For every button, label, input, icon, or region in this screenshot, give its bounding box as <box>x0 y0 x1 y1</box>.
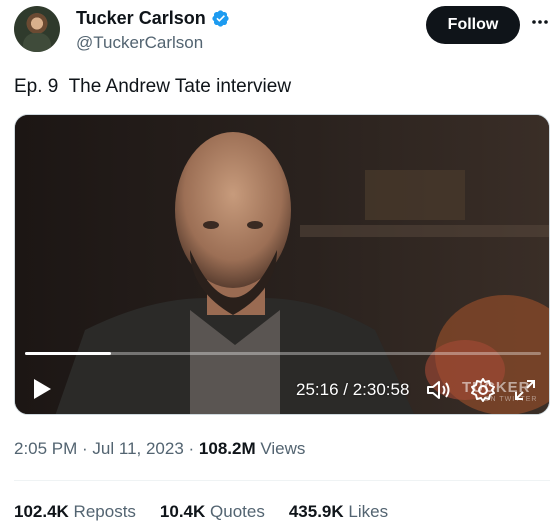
quotes-stat[interactable]: 10.4K Quotes <box>160 502 265 522</box>
reposts-label: Reposts <box>68 502 136 521</box>
tweet-time[interactable]: 2:05 PM <box>14 439 77 458</box>
settings-icon[interactable] <box>470 377 496 403</box>
reposts-count: 102.4K <box>14 502 69 521</box>
tweet-text: Ep. 9 The Andrew Tate interview <box>14 76 292 97</box>
duration: 2:30:58 <box>352 380 410 399</box>
meta-dot: · <box>183 439 199 458</box>
author-name[interactable]: Tucker Carlson <box>76 8 206 28</box>
current-time: 25:16 <box>296 380 339 399</box>
reposts-stat[interactable]: 102.4K Reposts <box>14 502 136 522</box>
likes-label: Likes <box>343 502 389 521</box>
video-time: 25:16 / 2:30:58 <box>296 380 409 400</box>
author-handle[interactable]: @TuckerCarlson <box>76 33 203 53</box>
play-icon[interactable] <box>31 377 53 401</box>
views-count: 108.2M <box>198 439 256 458</box>
tweet-stats: 102.4K Reposts 10.4K Quotes 435.9K Likes <box>14 502 388 522</box>
quotes-count: 10.4K <box>159 502 206 521</box>
video-progress-fill <box>25 352 111 355</box>
avatar[interactable] <box>14 6 60 52</box>
follow-button[interactable]: Follow <box>426 6 520 44</box>
author-name-row: Tucker Carlson <box>76 8 230 28</box>
tweet-header: Tucker Carlson @TuckerCarlson Follow <box>0 0 558 60</box>
likes-stat[interactable]: 435.9K Likes <box>289 502 388 522</box>
volume-icon[interactable] <box>426 378 452 402</box>
video-player[interactable]: 25:16 / 2:30:58 TUCKER ON TWITTER <box>14 114 550 415</box>
video-frame <box>15 115 549 414</box>
meta-dot: · <box>77 439 93 458</box>
verified-badge-icon <box>212 9 229 27</box>
likes-count: 435.9K <box>288 502 344 521</box>
divider <box>14 480 550 481</box>
views-label: Views <box>255 439 306 458</box>
time-separator: / <box>338 380 353 399</box>
fullscreen-icon[interactable] <box>514 379 536 401</box>
video-progress-bar[interactable] <box>25 352 541 355</box>
more-options-icon[interactable] <box>528 10 552 34</box>
quotes-label: Quotes <box>205 502 265 521</box>
tweet-date[interactable]: Jul 11, 2023 <box>92 439 183 458</box>
tweet-meta: 2:05 PM · Jul 11, 2023 · 108.2M Views <box>14 439 305 459</box>
